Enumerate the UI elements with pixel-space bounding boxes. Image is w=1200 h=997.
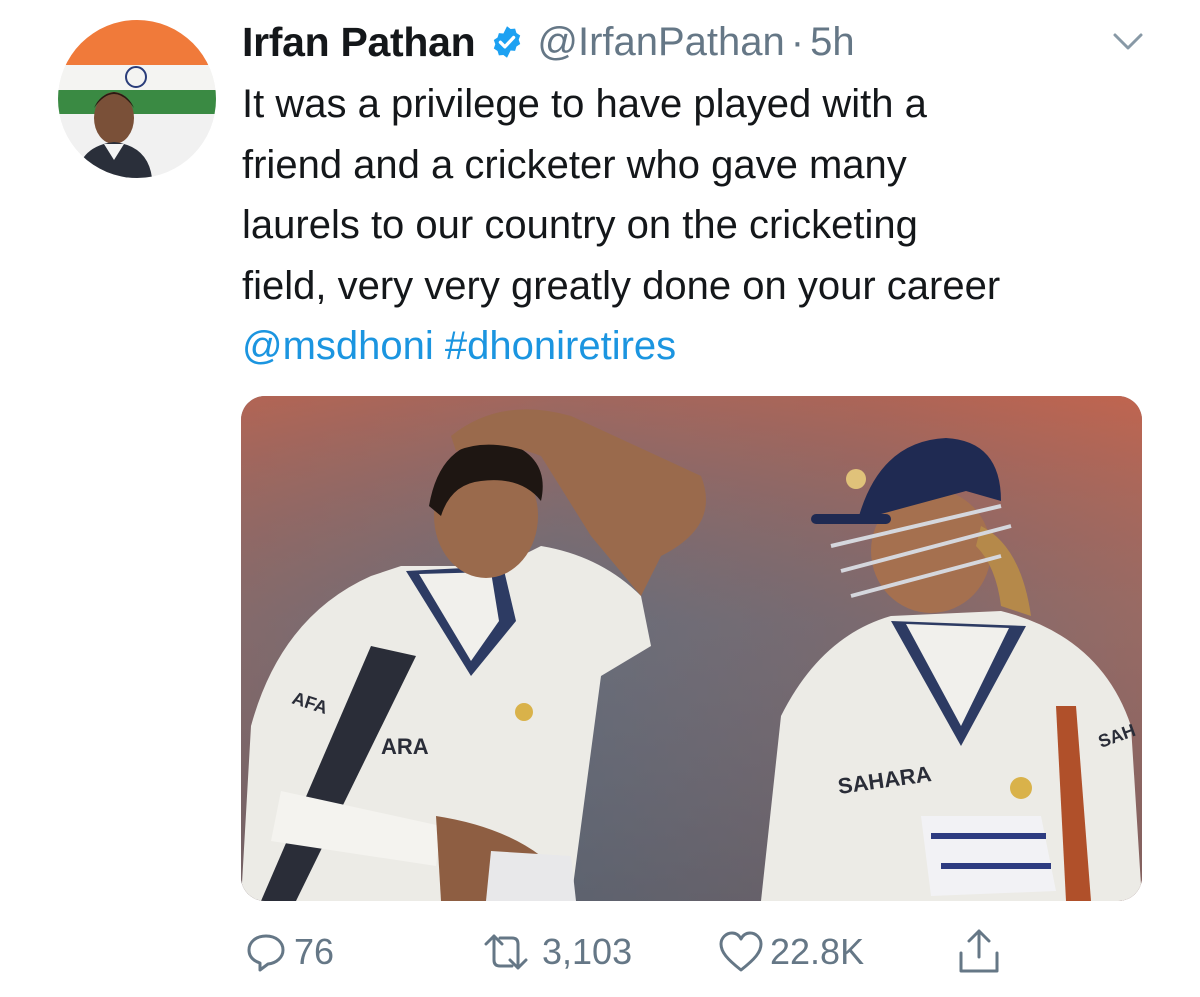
tweet-text-line: laurels to our country on the cricketing bbox=[242, 203, 918, 247]
tweet: Irfan Pathan @IrfanPathan · 5h It was a … bbox=[0, 0, 1200, 997]
tweet-text-line: @msdhoni #dhoniretires bbox=[242, 316, 1172, 377]
tweet-header: Irfan Pathan @IrfanPathan · 5h bbox=[242, 14, 855, 70]
reply-count: 76 bbox=[294, 931, 335, 972]
retweet-icon bbox=[484, 934, 528, 970]
tweet-actions: 76 3,103 22.8K bbox=[0, 922, 1200, 982]
retweet-button[interactable]: 3,103 bbox=[476, 922, 632, 982]
display-name[interactable]: Irfan Pathan bbox=[242, 19, 476, 66]
tweet-text-line: field, very very greatly done on your ca… bbox=[242, 263, 1001, 308]
avatar[interactable] bbox=[58, 20, 216, 178]
hashtag-link[interactable]: #dhoniretires bbox=[445, 324, 676, 368]
tweet-photo[interactable]: AFA ARA SAHARA SAH bbox=[241, 396, 1142, 901]
like-count: 22.8K bbox=[770, 931, 865, 972]
share-button[interactable] bbox=[956, 922, 1002, 982]
separator-dot: · bbox=[790, 19, 805, 64]
heart-icon bbox=[719, 931, 763, 972]
mention-link[interactable]: @msdhoni bbox=[242, 324, 434, 368]
share-icon bbox=[959, 929, 999, 973]
chevron-down-icon[interactable] bbox=[1110, 24, 1146, 60]
handle[interactable]: @IrfanPathan bbox=[537, 20, 784, 65]
verified-badge-icon bbox=[489, 24, 525, 60]
reply-button[interactable]: 76 bbox=[244, 922, 334, 982]
tweet-text-line: friend and a cricketer who gave many bbox=[242, 142, 907, 187]
jersey-text-left: ARA bbox=[381, 734, 429, 759]
timestamp[interactable]: 5h bbox=[810, 20, 855, 65]
like-button[interactable]: 22.8K bbox=[718, 922, 864, 982]
retweet-count: 3,103 bbox=[542, 931, 633, 972]
tweet-text-line: It was a privilege to have played with a bbox=[242, 82, 927, 126]
tweet-text: It was a privilege to have played with a… bbox=[242, 74, 1172, 377]
reply-icon bbox=[247, 934, 285, 972]
